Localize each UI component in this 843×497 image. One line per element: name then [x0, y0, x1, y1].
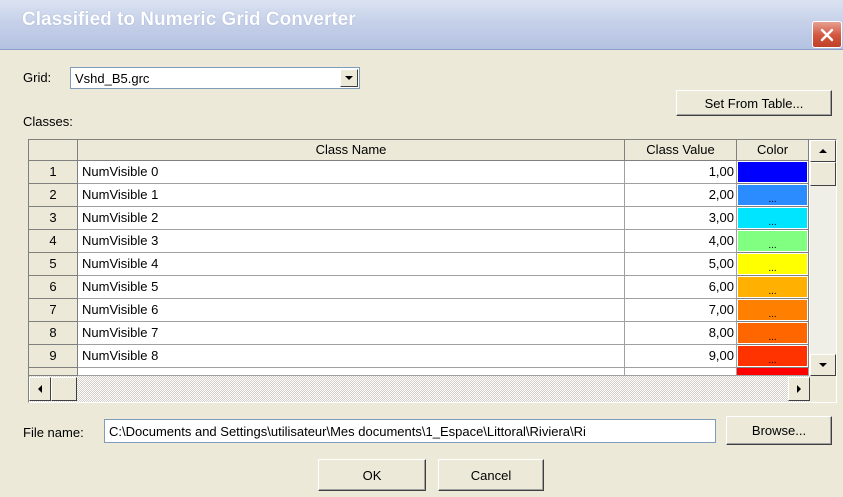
window-title: Classified to Numeric Grid Converter	[22, 9, 356, 30]
color-cell[interactable]: ...	[737, 276, 809, 299]
color-cell[interactable]: ...	[737, 207, 809, 230]
class-name-header: Class Name	[78, 140, 625, 161]
grid-dropdown-button[interactable]	[340, 69, 358, 87]
file-name-input[interactable]: C:\Documents and Settings\utilisateur\Me…	[104, 419, 716, 443]
corner-header	[29, 140, 78, 161]
classes-table: Class Name Class Value Color 1 NumVisible…	[28, 139, 837, 403]
color-swatch[interactable]: ...	[738, 300, 807, 320]
color-cell[interactable]: ...	[737, 345, 809, 368]
vertical-scrollbar[interactable]	[810, 140, 836, 376]
table-body: Class Name Class Value Color 1 NumVisible…	[29, 140, 809, 376]
color-swatch[interactable]	[738, 162, 807, 182]
color-cell[interactable]: ...	[737, 299, 809, 322]
color-swatch[interactable]: ...	[738, 208, 807, 228]
grid-label: Grid:	[23, 70, 52, 85]
color-cell[interactable]	[737, 161, 809, 184]
ok-button[interactable]: OK	[318, 459, 426, 491]
row-number: 3	[29, 207, 78, 230]
scroll-thumb[interactable]	[810, 162, 836, 186]
row-number: 5	[29, 253, 78, 276]
color-cell[interactable]: ...	[737, 253, 809, 276]
class-name-cell[interactable]: NumVisible 3	[78, 230, 625, 253]
class-value-header: Class Value	[625, 140, 737, 161]
color-swatch[interactable]: ...	[738, 231, 807, 251]
scrollbar-corner	[810, 376, 836, 402]
class-name-cell[interactable]: NumVisible 7	[78, 322, 625, 345]
color-swatch[interactable]: ...	[738, 254, 807, 274]
class-value-cell[interactable]: 9,00	[625, 345, 737, 368]
color-cell[interactable]: ...	[737, 322, 809, 345]
classes-label: Classes:	[23, 114, 73, 129]
color-picker-ellipsis: ...	[768, 217, 777, 228]
color-picker-ellipsis: ...	[768, 194, 777, 205]
arrow-up-icon	[819, 149, 827, 153]
row-number: 6	[29, 276, 78, 299]
color-swatch[interactable]: ...	[738, 185, 807, 205]
class-name-cell[interactable]: NumVisible 6	[78, 299, 625, 322]
color-picker-ellipsis: ...	[768, 355, 777, 366]
class-name-cell[interactable]: NumVisible 0	[78, 161, 625, 184]
class-value-cell[interactable]: 7,00	[625, 299, 737, 322]
color-swatch[interactable]: ...	[738, 346, 807, 366]
browse-button[interactable]: Browse...	[726, 416, 832, 445]
grid-dropdown-value: Vshd_B5.grc	[75, 71, 150, 86]
row-number: 8	[29, 322, 78, 345]
row-number: 2	[29, 184, 78, 207]
class-name-cell[interactable]: NumVisible 2	[78, 207, 625, 230]
close-button[interactable]	[812, 21, 842, 48]
class-name-cell[interactable]: NumVisible 8	[78, 345, 625, 368]
set-from-table-button[interactable]: Set From Table...	[676, 90, 832, 116]
class-name-cell[interactable]: NumVisible 5	[78, 276, 625, 299]
color-swatch[interactable]: ...	[738, 323, 807, 343]
scroll-left-button[interactable]	[29, 377, 51, 401]
color-picker-ellipsis: ...	[768, 286, 777, 297]
partial-row-cell	[78, 368, 625, 376]
color-cell[interactable]: ...	[737, 184, 809, 207]
grid-dropdown[interactable]: Vshd_B5.grc	[70, 67, 360, 89]
row-number: 9	[29, 345, 78, 368]
class-value-cell[interactable]: 6,00	[625, 276, 737, 299]
file-name-value: C:\Documents and Settings\utilisateur\Me…	[109, 424, 586, 439]
row-number: 7	[29, 299, 78, 322]
arrow-down-icon	[819, 363, 827, 367]
title-bar: Classified to Numeric Grid Converter	[0, 0, 843, 50]
arrow-left-icon	[38, 385, 42, 393]
partial-row-cell	[29, 368, 78, 376]
scroll-right-button[interactable]	[788, 377, 810, 401]
class-name-cell[interactable]: NumVisible 1	[78, 184, 625, 207]
class-value-cell[interactable]: 3,00	[625, 207, 737, 230]
chevron-down-icon	[345, 76, 353, 80]
class-name-cell[interactable]: NumVisible 4	[78, 253, 625, 276]
color-picker-ellipsis: ...	[768, 332, 777, 343]
arrow-right-icon	[797, 385, 801, 393]
scroll-up-button[interactable]	[810, 140, 836, 162]
class-value-cell[interactable]: 8,00	[625, 322, 737, 345]
class-value-cell[interactable]: 1,00	[625, 161, 737, 184]
scroll-down-button[interactable]	[810, 354, 836, 376]
class-value-cell[interactable]: 5,00	[625, 253, 737, 276]
color-picker-ellipsis: ...	[768, 309, 777, 320]
partial-color-swatch	[737, 368, 809, 376]
close-icon	[820, 28, 834, 41]
horizontal-scroll-thumb[interactable]	[51, 377, 77, 401]
color-cell[interactable]: ...	[737, 230, 809, 253]
color-header: Color	[737, 140, 809, 161]
color-swatch[interactable]: ...	[738, 277, 807, 297]
color-picker-ellipsis: ...	[768, 240, 777, 251]
row-number: 1	[29, 161, 78, 184]
row-number: 4	[29, 230, 78, 253]
color-picker-ellipsis: ...	[768, 263, 777, 274]
horizontal-scrollbar[interactable]	[29, 376, 810, 402]
file-name-label: File name:	[23, 425, 84, 440]
cancel-button[interactable]: Cancel	[438, 459, 544, 491]
class-value-cell[interactable]: 4,00	[625, 230, 737, 253]
class-value-cell[interactable]: 2,00	[625, 184, 737, 207]
partial-row-cell	[625, 368, 737, 376]
